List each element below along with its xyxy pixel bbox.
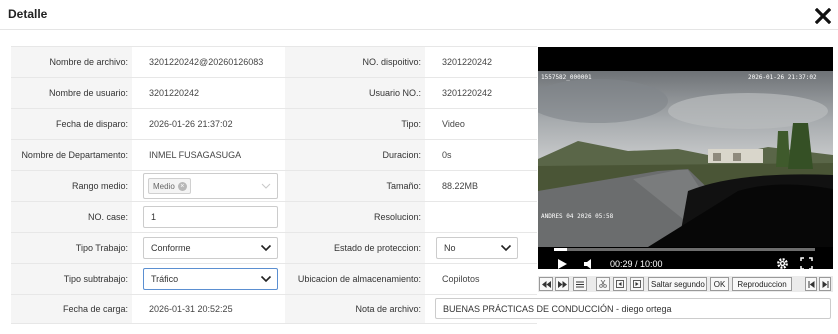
resolution-label: Resolucion:	[285, 202, 425, 232]
playback-button[interactable]: Reproduccion	[732, 277, 792, 291]
scissors-icon	[599, 280, 607, 288]
row-work-type: Tipo Trabajo: Conforme Estado de protecc…	[11, 232, 537, 263]
video-progress-fill	[554, 248, 567, 251]
capture-date-label: Fecha de disparo:	[11, 109, 132, 139]
range-label: Rango medio:	[11, 171, 132, 201]
skip-previous-icon	[808, 280, 814, 288]
work-type-select[interactable]: Conforme	[143, 237, 278, 259]
video-overlay-id: 1557582_000001	[541, 74, 592, 81]
remove-tag-icon[interactable]: ×	[177, 181, 187, 191]
detail-form: Nombre de archivo: 3201220242@2026012608…	[11, 46, 537, 324]
storage-location-label: Ubicacion de almacenamiento:	[285, 264, 425, 294]
device-no-value: 3201220242	[442, 57, 493, 67]
fullscreen-icon[interactable]	[800, 257, 813, 269]
fast-forward-button[interactable]	[555, 277, 569, 291]
user-name-label: Nombre de usuario:	[11, 78, 132, 108]
list-icon	[576, 281, 584, 287]
row-range: Rango medio: Medio × Tamaño: 88.22MB	[11, 170, 537, 201]
frame-back-icon	[616, 280, 624, 288]
file-name-label: Nombre de archivo:	[11, 47, 132, 77]
duration-value: 0s	[442, 150, 452, 160]
row-case-no: NO. case: 1 Resolucion:	[11, 201, 537, 232]
skip-next-icon	[822, 280, 828, 288]
frame-back-button[interactable]	[613, 277, 627, 291]
file-note-value: BUENAS PRÁCTICAS DE CONDUCCIÓN - diego o…	[443, 303, 672, 314]
storage-location-value: Copilotos	[442, 274, 480, 284]
row-file-name: Nombre de archivo: 3201220242@2026012608…	[11, 46, 537, 77]
clip-button[interactable]	[596, 277, 610, 291]
subwork-type-label: Tipo subtrabajo:	[11, 264, 132, 294]
video-toolbar: Saltar segundo OK Reproduccion	[538, 276, 833, 292]
upload-date-value: 2026-01-31 20:52:25	[149, 304, 233, 314]
protection-state-label: Estado de proteccion:	[285, 233, 425, 263]
chevron-down-icon	[261, 183, 271, 189]
range-tag-label: Medio	[153, 181, 175, 191]
chevron-down-icon	[260, 244, 272, 252]
video-time: 00:29 / 10:00	[610, 259, 663, 269]
type-label: Tipo:	[285, 109, 425, 139]
user-no-label: Usuario NO.:	[285, 78, 425, 108]
range-multiselect[interactable]: Medio ×	[143, 173, 278, 199]
file-note-input[interactable]: BUENAS PRÁCTICAS DE CONDUCCIÓN - diego o…	[435, 298, 831, 319]
row-capture-date: Fecha de disparo: 2026-01-26 21:37:02 Ti…	[11, 108, 537, 139]
device-no-label: NO. dispoitivo:	[285, 47, 425, 77]
dialog-title: Detalle	[8, 7, 48, 21]
size-value: 88.22MB	[442, 181, 479, 191]
dialog-header: Detalle	[0, 0, 838, 30]
play-icon[interactable]	[556, 258, 568, 269]
protection-state-value: No	[444, 243, 456, 253]
video-progress-track[interactable]	[554, 248, 815, 251]
close-icon[interactable]	[815, 8, 831, 24]
user-name-value: 3201220242	[149, 88, 200, 98]
skip-seconds-input[interactable]: Saltar segundo	[648, 277, 707, 291]
list-button[interactable]	[573, 277, 587, 291]
chevron-down-icon	[500, 244, 512, 252]
row-department: Nombre de Departamento: INMEL FUSAGASUGA…	[11, 139, 537, 170]
range-tag: Medio ×	[148, 178, 191, 194]
work-type-label: Tipo Trabajo:	[11, 233, 132, 263]
previous-file-button[interactable]	[805, 277, 817, 291]
frame-forward-button[interactable]	[630, 277, 644, 291]
rewind-button[interactable]	[539, 277, 553, 291]
volume-icon[interactable]	[583, 258, 595, 269]
next-file-button[interactable]	[819, 277, 831, 291]
frame-forward-icon	[633, 280, 641, 288]
upload-date-label: Fecha de carga:	[11, 295, 132, 323]
video-overlay-timestamp: 2026-01-26 21:37:02	[748, 74, 817, 81]
case-no-value: 1	[151, 212, 157, 222]
video-player[interactable]: 1557582_000001 2026-01-26 21:37:02 ANDRE…	[538, 47, 833, 269]
file-note-label: Nota de archivo:	[285, 295, 425, 323]
department-label: Nombre de Departamento:	[11, 140, 132, 170]
case-no-label: NO. case:	[11, 202, 132, 232]
user-no-value: 3201220242	[442, 88, 493, 98]
fast-forward-icon	[557, 280, 567, 288]
chevron-down-icon	[260, 275, 272, 283]
size-label: Tamaño:	[285, 171, 425, 201]
video-overlay-info: ANDRES 04 2026 05:58	[541, 213, 614, 220]
file-name-value: 3201220242@20260126083	[149, 57, 264, 67]
department-value: INMEL FUSAGASUGA	[149, 150, 242, 160]
subwork-type-value: Tráfico	[151, 274, 179, 284]
resolution-value	[442, 202, 537, 232]
ok-button[interactable]: OK	[710, 277, 729, 291]
row-user-name: Nombre de usuario: 3201220242 Usuario NO…	[11, 77, 537, 108]
rewind-icon	[541, 280, 551, 288]
type-value: Video	[442, 119, 465, 129]
case-no-input[interactable]: 1	[143, 206, 278, 228]
subwork-type-select[interactable]: Tráfico	[143, 268, 278, 290]
video-frame	[538, 71, 833, 247]
settings-icon[interactable]	[776, 257, 789, 269]
row-subwork-type: Tipo subtrabajo: Tráfico Ubicacion de al…	[11, 263, 537, 294]
duration-label: Duracion:	[285, 140, 425, 170]
work-type-value: Conforme	[151, 243, 191, 253]
capture-date-value: 2026-01-26 21:37:02	[149, 119, 233, 129]
protection-state-select[interactable]: No	[436, 237, 518, 259]
